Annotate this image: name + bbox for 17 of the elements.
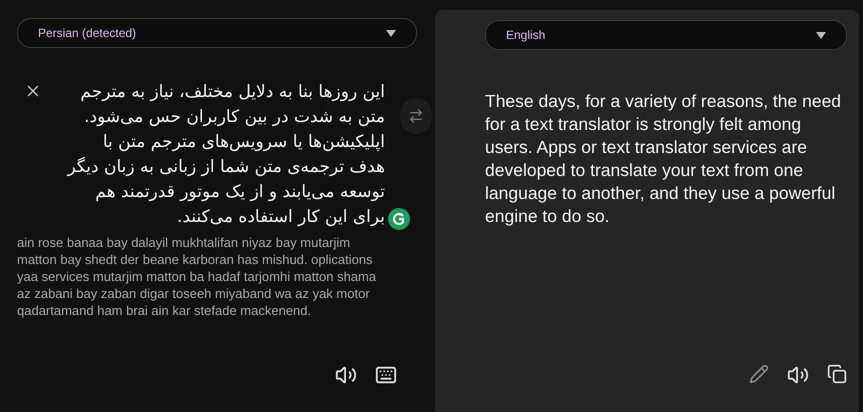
language-label: English bbox=[506, 28, 546, 42]
source-text[interactable]: این روزها بنا به دلایل مختلف، نیاز به مترجم متن به شدت در بین کاربران حس می‌شود. اپلیکیشن‌ها یا سرویس‌های مترجم متن با هدف ترجمه‌ی متن شما از زبانی به زبان دیگر توسعه می‌یابند و از یک موتور قدرتمند هم برای این کار استفاده می‌کنند. bbox=[65, 80, 385, 230]
caret-icon bbox=[816, 32, 826, 38]
pencil-icon[interactable] bbox=[749, 364, 769, 386]
language-dropdown[interactable]: English bbox=[485, 20, 847, 50]
language-dropdown[interactable]: Persian (detected) bbox=[17, 18, 417, 48]
language-label: Persian (detected) bbox=[38, 26, 136, 40]
transliteration-text: ain rose banaa bay dalayil mukhtalifan niyaz bay mutarjim matton bay shedt der beane karboran has mishud. oplications yaa services mutarjim matton ba hadaf tarjomhi matton shama az zabani bay zaban digar toseeh miyaband wa az yak motor qadartamand ham brai ain kar stefade mackenend. bbox=[17, 234, 377, 319]
swap-button[interactable] bbox=[400, 98, 432, 134]
swap-icon bbox=[408, 108, 424, 124]
translated-text: These days, for a variety of reasons, the need for a text translator is strongly felt among users. Apps or text translator services are developed to translate your text from one language to another, and they use a powerful engine to do so. bbox=[485, 90, 842, 228]
grammar-check-icon[interactable] bbox=[388, 208, 410, 230]
caret-icon bbox=[386, 30, 396, 36]
speaker-icon[interactable] bbox=[787, 364, 809, 386]
copy-icon[interactable] bbox=[827, 364, 847, 386]
speaker-icon[interactable] bbox=[335, 364, 357, 386]
keyboard-icon[interactable] bbox=[375, 364, 397, 386]
